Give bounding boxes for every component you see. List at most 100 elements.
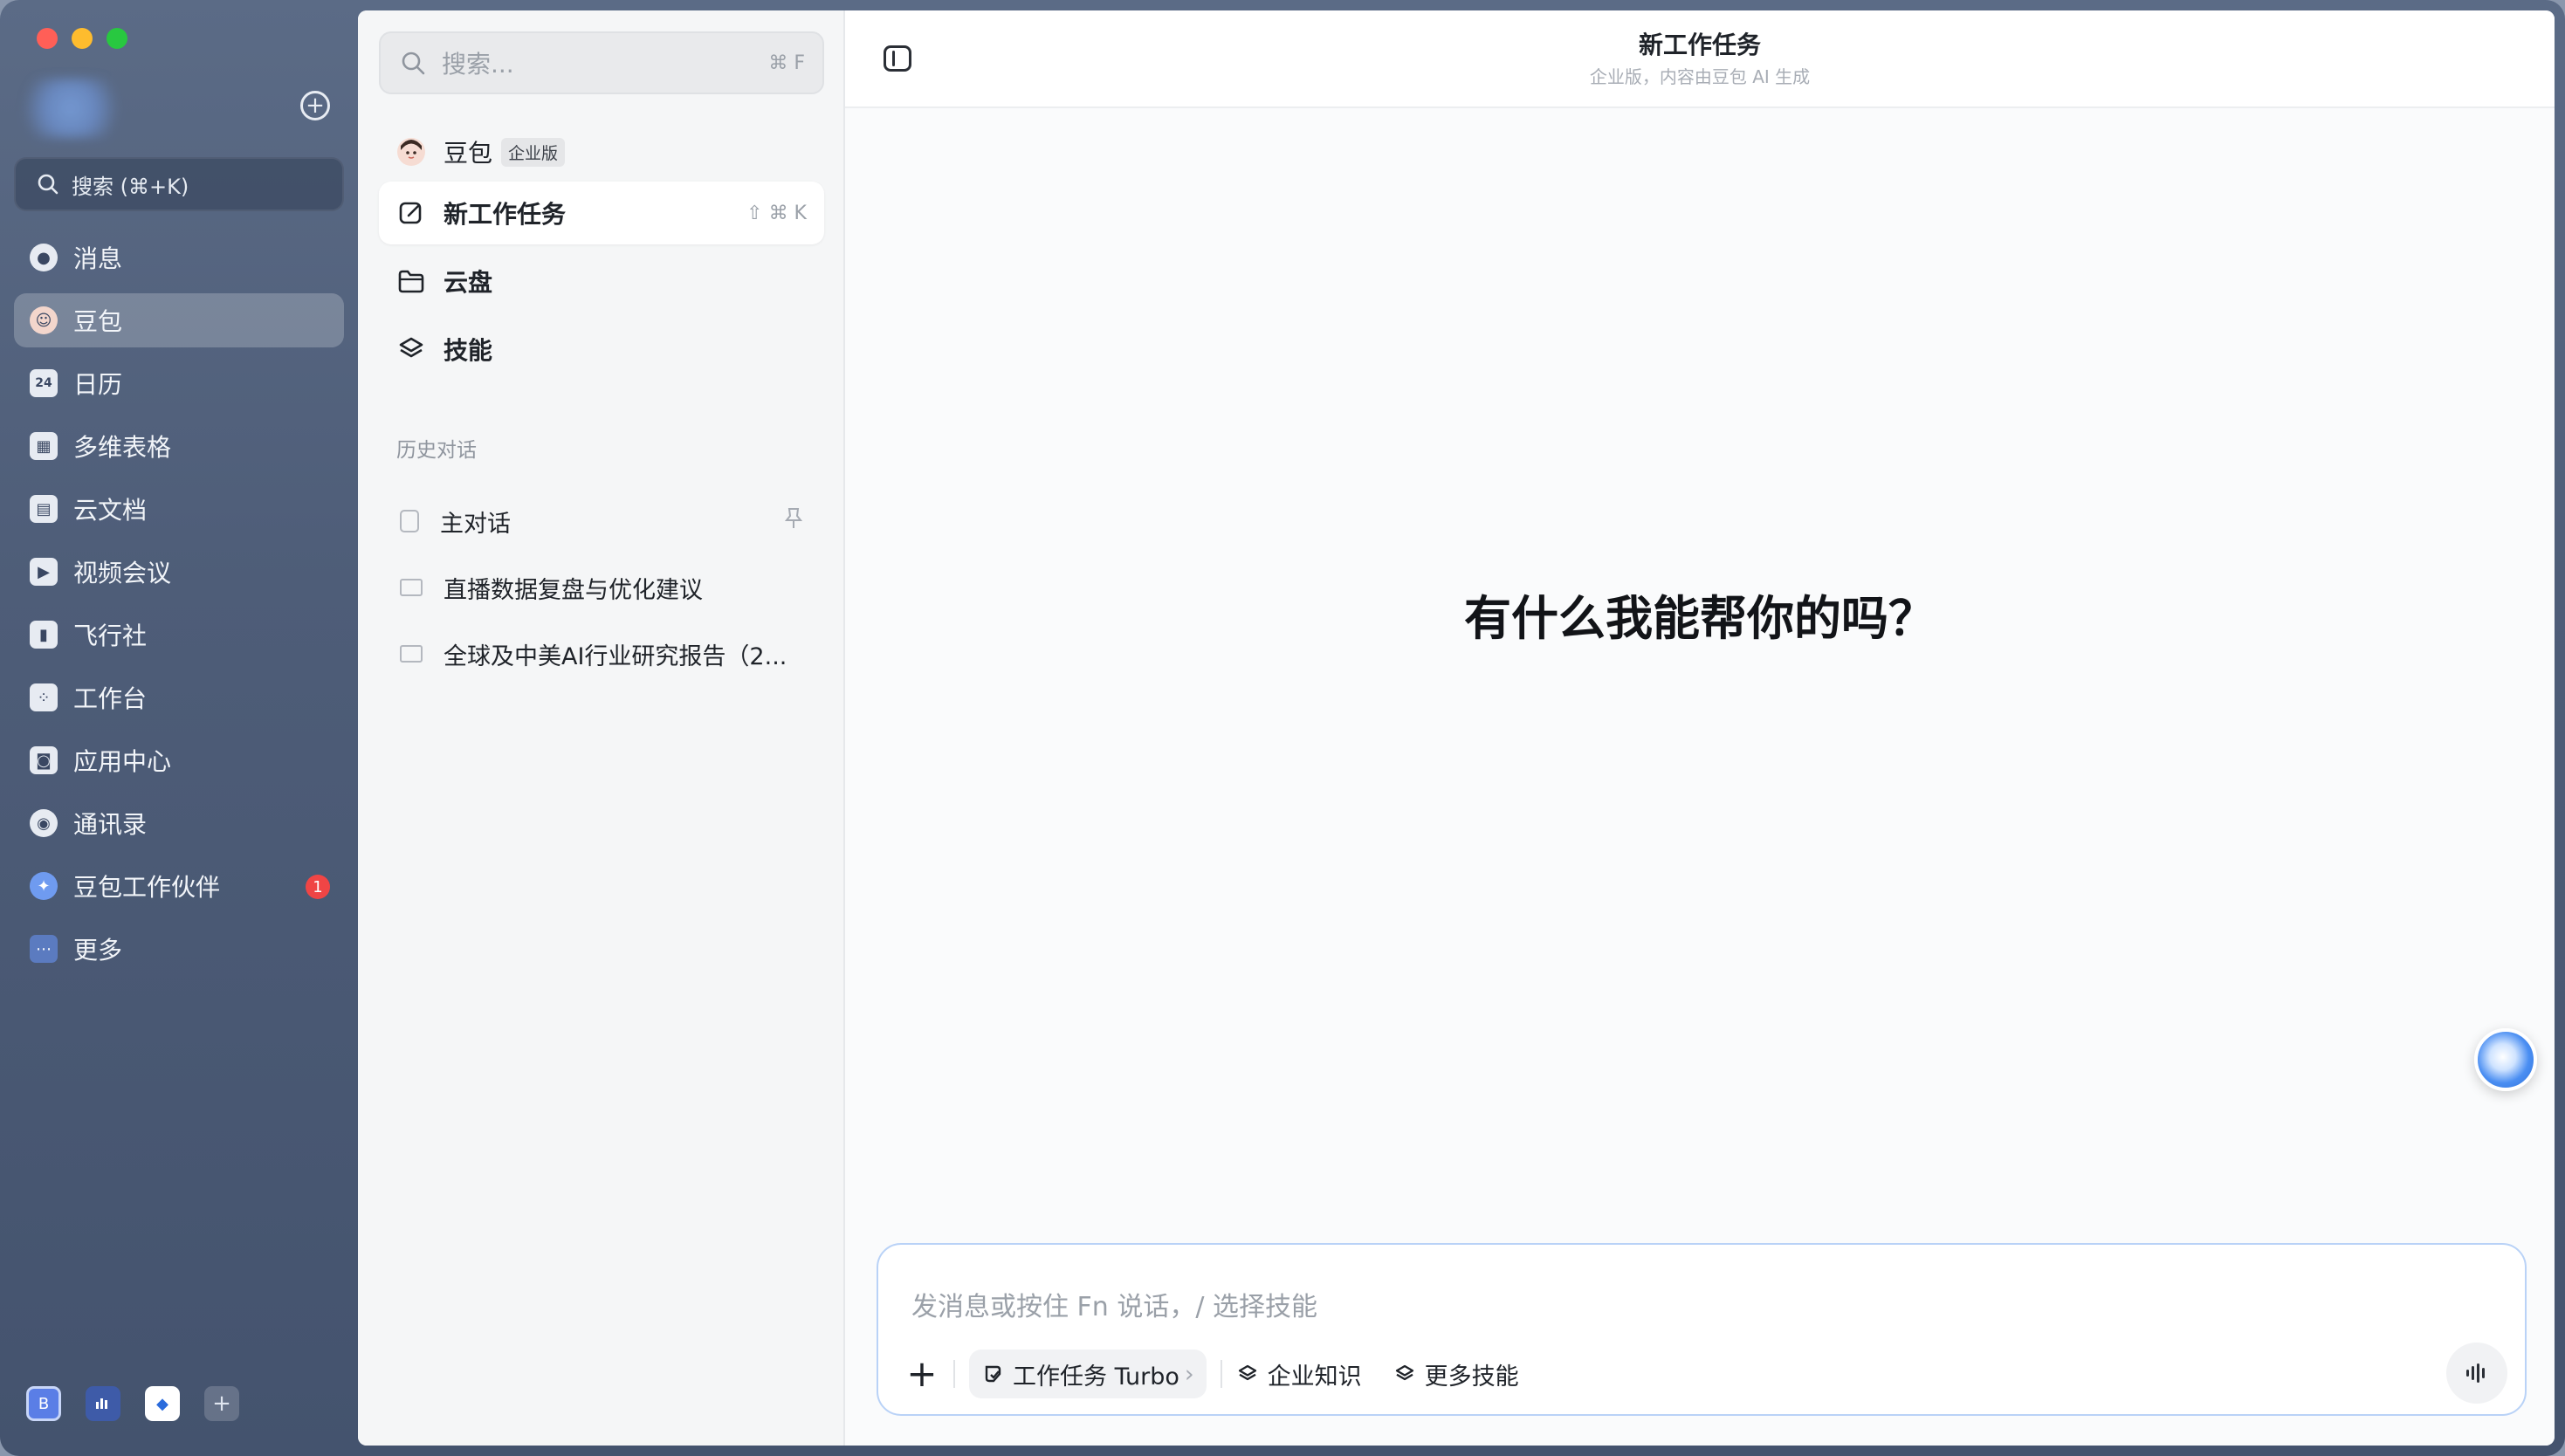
history-item[interactable]: 直播数据复盘与优化建议 (379, 559, 824, 616)
nav-list: ● 消息 ☺ 豆包 24 日历 ▦ 多维表格 ▤ 云文档 ▶ 视频会议 ▮ 飞行… (14, 230, 344, 985)
global-search-button[interactable]: 搜索 (⌘+K) (14, 157, 344, 211)
composer-placeholder[interactable]: 发消息或按住 Fn 说话，/ 选择技能 (911, 1285, 1317, 1323)
task-mode-icon (981, 1363, 1004, 1385)
nav-item-label: 更多 (73, 936, 123, 965)
nav-item-workplace[interactable]: ⁘ 工作台 (14, 670, 344, 725)
doubao-window: 搜索... ⌘ F 豆包 企业版 新工作任务 ⇧ ⌘ K 云盘 技能 历史对话 … (358, 10, 2555, 1446)
search-icon (402, 52, 425, 75)
skills-label: 技能 (444, 336, 493, 365)
cloud-drive-label: 云盘 (444, 268, 493, 297)
cloud-drive-item[interactable]: 云盘 (379, 250, 824, 312)
chat-header: 新工作任务 企业版，内容由豆包 AI 生成 (845, 10, 2555, 108)
nav-item-cloud-docs[interactable]: ▤ 云文档 (14, 482, 344, 536)
add-icon[interactable]: + (300, 91, 330, 120)
folder-icon (396, 266, 426, 296)
nav-item-feixingshe[interactable]: ▮ 飞行社 (14, 608, 344, 662)
divider (1220, 1360, 1222, 1388)
nav-item-label: 应用中心 (73, 747, 172, 776)
apps-grid-icon: ⁘ (30, 683, 58, 711)
layers-icon (1236, 1363, 1259, 1385)
skills-item[interactable]: 技能 (379, 318, 824, 381)
chat-area: 新工作任务 企业版，内容由豆包 AI 生成 有什么我能帮你的吗？ 发消息或按住 … (845, 10, 2555, 1446)
main-navigation: + 搜索 (⌘+K) ● 消息 ☺ 豆包 24 日历 ▦ 多维表格 ▤ 云文档 … (0, 0, 358, 1456)
history-item[interactable]: 主对话 (379, 492, 824, 550)
nav-item-messages[interactable]: ● 消息 (14, 230, 344, 285)
add-app-icon[interactable]: + (204, 1386, 239, 1421)
nav-item-bitable[interactable]: ▦ 多维表格 (14, 419, 344, 473)
doubao-sidebar: 搜索... ⌘ F 豆包 企业版 新工作任务 ⇧ ⌘ K 云盘 技能 历史对话 … (358, 10, 845, 1446)
chat-bubble-icon: ● (30, 244, 58, 271)
video-icon: ▶ (30, 558, 58, 586)
history-item-label: 主对话 (440, 510, 511, 538)
nav-item-doubao[interactable]: ☺ 豆包 (14, 293, 344, 347)
layers-icon (1393, 1363, 1416, 1385)
user-avatar[interactable] (14, 79, 127, 138)
more-icon: ⋯ (30, 935, 58, 963)
chat-subtitle: 企业版，内容由豆包 AI 生成 (1589, 66, 1811, 87)
nav-item-label: 日历 (73, 370, 123, 399)
doubao-avatar-icon (396, 137, 426, 167)
app-b-icon[interactable]: B (26, 1386, 61, 1421)
bag-icon: ◙ (30, 746, 58, 774)
enterprise-tag: 企业版 (501, 137, 566, 167)
more-skills-label: 更多技能 (1424, 1363, 1519, 1391)
edit-icon (396, 198, 426, 228)
message-composer[interactable]: 发消息或按住 Fn 说话，/ 选择技能 + 工作任务 Turbo › 企业知识 … (877, 1243, 2527, 1416)
nav-item-more[interactable]: ⋯ 更多 (14, 922, 344, 976)
voice-input-icon[interactable] (2446, 1343, 2507, 1404)
book-icon: ▮ (30, 621, 58, 649)
nav-item-label: 消息 (73, 244, 123, 273)
phone-icon (400, 510, 419, 532)
nav-item-app-center[interactable]: ◙ 应用中心 (14, 733, 344, 787)
new-task-label: 新工作任务 (444, 200, 567, 229)
layers-icon (396, 334, 426, 364)
nav-item-label: 工作台 (73, 684, 148, 713)
contacts-icon: ◉ (30, 809, 58, 837)
doubao-avatar-icon: ☺ (30, 306, 58, 334)
nav-item-label: 多维表格 (73, 433, 172, 462)
doubao-label: 豆包 (444, 139, 493, 168)
new-task-shortcut: ⇧ ⌘ K (746, 202, 807, 224)
nav-item-calendar[interactable]: 24 日历 (14, 356, 344, 410)
feishu-app-icon[interactable]: ◆ (145, 1386, 180, 1421)
enterprise-knowledge-label: 企业知识 (1267, 1363, 1362, 1391)
panel-search-input[interactable]: 搜索... ⌘ F (379, 31, 824, 94)
search-placeholder: 搜索... (442, 50, 514, 79)
more-skills-button[interactable]: 更多技能 (1393, 1350, 1519, 1398)
task-mode-selector[interactable]: 工作任务 Turbo › (969, 1350, 1207, 1398)
add-attachment-icon[interactable]: + (904, 1356, 939, 1392)
enterprise-knowledge-button[interactable]: 企业知识 (1236, 1350, 1362, 1398)
bottom-dock: B ◆ + (26, 1386, 239, 1421)
nav-item-label: 通讯录 (73, 810, 148, 839)
divider (953, 1360, 955, 1388)
pin-icon[interactable] (784, 507, 803, 535)
nav-item-label: 豆包工作伙伴 (73, 873, 221, 902)
history-item[interactable]: 全球及中美AI行业研究报告（2... (379, 625, 824, 683)
nav-item-video-meeting[interactable]: ▶ 视频会议 (14, 545, 344, 599)
nav-item-label: 视频会议 (73, 559, 172, 587)
nav-item-contacts[interactable]: ◉ 通讯录 (14, 796, 344, 850)
nav-item-label: 云文档 (73, 496, 148, 525)
global-search-label: 搜索 (⌘+K) (72, 174, 189, 199)
history-item-label: 全球及中美AI行业研究报告（2... (444, 642, 787, 670)
partner-icon: ✦ (30, 872, 58, 900)
bar-chart-app-icon[interactable] (86, 1386, 120, 1421)
history-item-label: 直播数据复盘与优化建议 (444, 576, 703, 604)
new-task-item[interactable]: 新工作任务 ⇧ ⌘ K (379, 182, 824, 244)
nav-item-label: 豆包 (73, 307, 123, 336)
nav-item-label: 飞行社 (73, 622, 148, 650)
chevron-right-icon: › (1184, 1360, 1194, 1388)
calendar-icon: 24 (30, 369, 58, 397)
search-icon (37, 173, 59, 196)
welcome-headline: 有什么我能帮你的吗？ (1464, 591, 1936, 646)
table-icon: ▦ (30, 432, 58, 460)
history-section-title: 历史对话 (396, 439, 477, 462)
unread-badge: 1 (306, 875, 330, 899)
laptop-icon (400, 645, 423, 663)
doubao-assistant-float-icon[interactable] (2474, 1028, 2537, 1091)
chat-title: 新工作任务 (1638, 31, 1761, 59)
doubao-home-item[interactable]: 豆包 企业版 (379, 120, 824, 183)
composer-toolbar: + 工作任务 Turbo › 企业知识 更多技能 (904, 1348, 1551, 1400)
nav-item-doubao-partner[interactable]: ✦ 豆包工作伙伴 1 (14, 859, 344, 913)
task-mode-label: 工作任务 Turbo (1013, 1363, 1179, 1391)
